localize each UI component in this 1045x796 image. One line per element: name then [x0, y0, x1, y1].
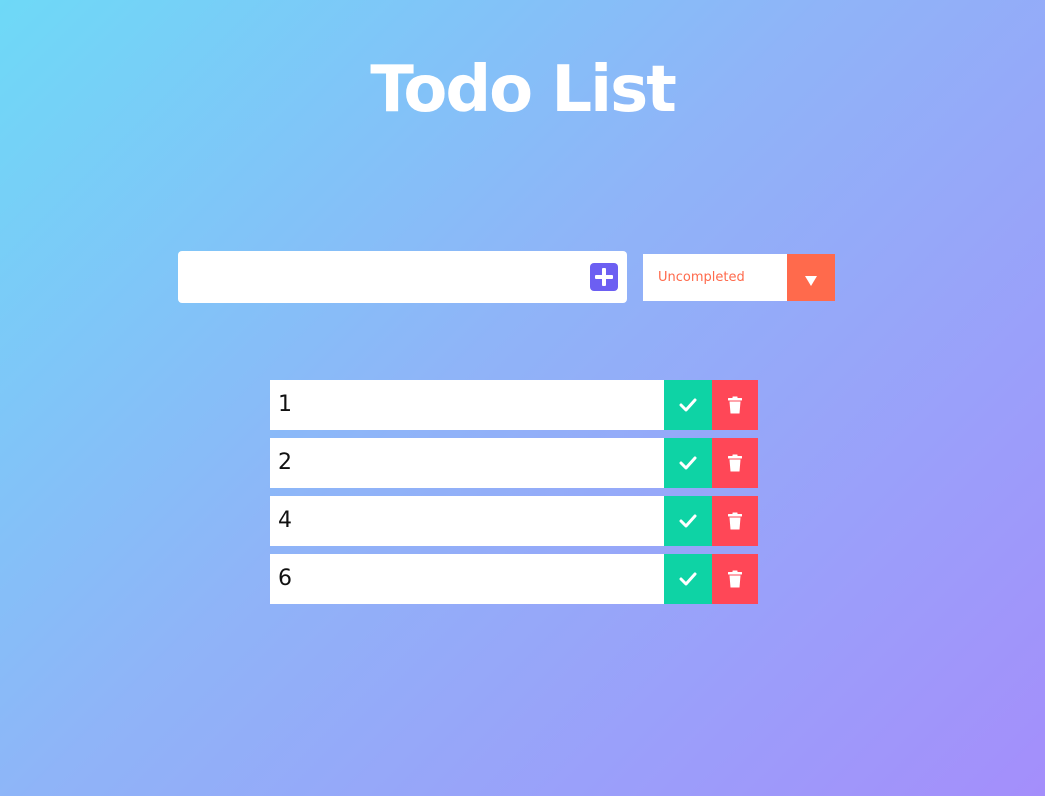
todo-text: 6 [278, 566, 292, 591]
todo-list: 1 2 4 6 [270, 380, 758, 612]
check-icon [679, 514, 697, 528]
delete-button[interactable] [712, 496, 758, 546]
trash-icon [728, 396, 742, 414]
todo-item: 1 [270, 380, 758, 430]
complete-button[interactable] [664, 438, 712, 488]
filter-selected-value: Uncompleted [658, 270, 745, 285]
todo-input[interactable] [178, 251, 578, 303]
delete-button[interactable] [712, 554, 758, 604]
check-icon [679, 572, 697, 586]
plus-square-icon [595, 268, 613, 286]
trash-icon [728, 512, 742, 530]
filter-dropdown-button[interactable] [787, 254, 835, 301]
add-todo-button[interactable] [590, 263, 618, 291]
delete-button[interactable] [712, 438, 758, 488]
todo-item: 2 [270, 438, 758, 488]
todo-input-wrapper [178, 251, 627, 303]
trash-icon [728, 454, 742, 472]
trash-icon [728, 570, 742, 588]
complete-button[interactable] [664, 554, 712, 604]
complete-button[interactable] [664, 496, 712, 546]
todo-text: 4 [278, 508, 292, 533]
check-icon [679, 398, 697, 412]
todo-item: 6 [270, 554, 758, 604]
filter-select[interactable]: Uncompleted [643, 254, 835, 301]
triangle-down-icon [805, 276, 817, 286]
check-icon [679, 456, 697, 470]
todo-text: 2 [278, 450, 292, 475]
delete-button[interactable] [712, 380, 758, 430]
todo-item: 4 [270, 496, 758, 546]
page-title: Todo List [370, 53, 677, 127]
complete-button[interactable] [664, 380, 712, 430]
todo-text: 1 [278, 392, 292, 417]
